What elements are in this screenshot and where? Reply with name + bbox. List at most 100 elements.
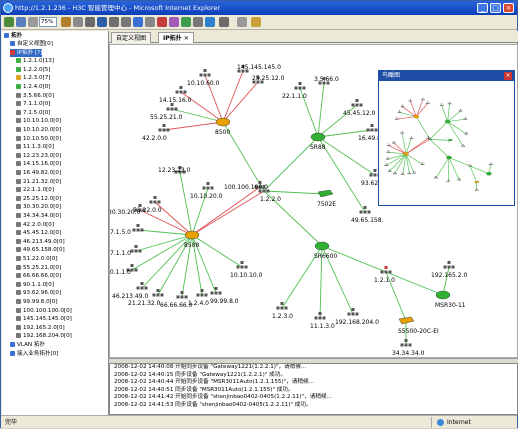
- subnet-node[interactable]: [463, 117, 468, 120]
- birdseye-map[interactable]: [379, 81, 514, 205]
- zoom-out-icon[interactable]: [61, 17, 71, 27]
- save-icon[interactable]: [181, 17, 191, 27]
- tree-item[interactable]: 51.22.0.0[0]: [16, 255, 58, 263]
- subnet-node[interactable]: 145.145.145.0: [237, 64, 281, 73]
- tree-item[interactable]: 42.2.0.0[0]: [16, 221, 54, 229]
- subnet-node[interactable]: 12.23.23.0: [158, 166, 191, 174]
- tree-item[interactable]: 34.34.34.0[0]: [16, 212, 61, 220]
- zoom-in-icon[interactable]: [73, 17, 83, 27]
- tree-item[interactable]: 30.30.20.0[0]: [16, 203, 61, 211]
- tree-item[interactable]: 192.165.2.0[0]: [16, 324, 65, 332]
- birdseye-panel[interactable]: 鸟瞰图 ×: [378, 70, 515, 206]
- subnet-node[interactable]: 49.65.158.: [351, 206, 384, 224]
- switch-device[interactable]: [474, 180, 480, 184]
- subnet-node[interactable]: 192.165.2.0: [431, 261, 467, 279]
- settings-icon[interactable]: [237, 17, 247, 27]
- subnet-node[interactable]: 1.2.4.0: [188, 289, 209, 307]
- help-icon[interactable]: [251, 17, 261, 27]
- subnet-node[interactable]: 14.15.16.0: [159, 86, 192, 104]
- subnet-node[interactable]: [385, 157, 390, 160]
- tree-item[interactable]: 16.49.82.0[0]: [16, 169, 61, 177]
- router-device[interactable]: [486, 171, 492, 176]
- tree-item[interactable]: 1.2.2.0[5]: [16, 66, 51, 74]
- subnet-node[interactable]: [447, 101, 452, 105]
- tree-item[interactable]: 66.66.66.0[0]: [16, 272, 61, 280]
- tree-item[interactable]: 25.25.12.0[0]: [16, 195, 61, 203]
- subnet-node[interactable]: [395, 117, 399, 120]
- tree-item[interactable]: 1.2.3.0[7]: [16, 74, 51, 82]
- export-icon[interactable]: [205, 17, 215, 27]
- tree-item[interactable]: IP拓扑 [?]: [10, 48, 43, 57]
- subnet-node[interactable]: [392, 141, 396, 144]
- tree-item[interactable]: 7.1.5.0[0]: [16, 109, 51, 117]
- tree-item[interactable]: 10.10.50.0[0]: [16, 135, 61, 143]
- subnet-node[interactable]: 3.5.66.0: [314, 76, 339, 85]
- router-device[interactable]: 8500: [215, 117, 230, 136]
- more-tools-icon[interactable]: [219, 17, 229, 27]
- properties-icon[interactable]: [169, 17, 179, 27]
- subnet-node[interactable]: [439, 103, 444, 106]
- subnet-node[interactable]: 46.213.49.0: [112, 282, 148, 300]
- subnet-node[interactable]: 34.34.34.0: [392, 339, 425, 357]
- subnet-node[interactable]: [400, 131, 404, 134]
- subnet-node[interactable]: [386, 150, 391, 153]
- router-device[interactable]: [446, 155, 452, 160]
- layout-icon[interactable]: [133, 17, 143, 27]
- subnet-node[interactable]: [426, 101, 430, 104]
- copy-icon[interactable]: [193, 17, 203, 27]
- tree-item[interactable]: 100.100.100.0[0]: [16, 307, 72, 315]
- subnet-node[interactable]: 7.1.5.0: [110, 224, 144, 236]
- tab-ip-topology[interactable]: IP拓扑 ✕: [158, 32, 194, 43]
- tree-item[interactable]: 21.21.32.0[0]: [16, 178, 61, 186]
- tree-item[interactable]: 3.5.66.0[0]: [16, 92, 54, 100]
- subnet-node[interactable]: [489, 162, 493, 165]
- router-device[interactable]: MSR30-11: [435, 290, 466, 309]
- fit-icon[interactable]: [85, 17, 95, 27]
- tree-item[interactable]: 90.1.1.0[0]: [16, 281, 54, 289]
- switch-device[interactable]: [447, 138, 453, 142]
- hand-icon[interactable]: [109, 17, 119, 27]
- subnet-node[interactable]: [400, 104, 405, 108]
- stop-icon[interactable]: [157, 17, 167, 27]
- tree-item[interactable]: 1.2.1.0[13]: [16, 57, 54, 65]
- subnet-node[interactable]: 22.1.1.0: [282, 82, 307, 100]
- tree-item[interactable]: 10.10.20.0[0]: [16, 126, 61, 134]
- tree-item[interactable]: 99.99.8.0[0]: [16, 298, 58, 306]
- router-device[interactable]: 8508: [184, 230, 199, 249]
- tree-item[interactable]: 1.2.4.0[0]: [16, 83, 51, 91]
- subnet-node[interactable]: 7.1.1.0: [110, 245, 142, 257]
- router-device[interactable]: [444, 119, 451, 124]
- router-device[interactable]: [403, 152, 409, 156]
- tree-item[interactable]: 46.213.49.0[0]: [16, 238, 65, 246]
- tree-item[interactable]: 7.1.1.0[0]: [16, 100, 51, 108]
- refresh-icon[interactable]: [97, 17, 107, 27]
- tree-item[interactable]: 145.145.145.0[0]: [16, 315, 72, 323]
- grid-icon[interactable]: [145, 17, 155, 27]
- tree-item[interactable]: 22.1.1.0[0]: [16, 186, 54, 194]
- subnet-node[interactable]: 55.25.21.0: [150, 103, 183, 121]
- maximize-button[interactable]: □: [490, 3, 501, 13]
- tree-item[interactable]: 192.168.204.0[0]: [16, 332, 72, 340]
- subnet-node[interactable]: 10.10.10.0: [230, 261, 263, 279]
- zoom-icon[interactable]: [28, 17, 38, 27]
- subnet-node[interactable]: 30.30.20.0: [110, 204, 146, 216]
- subnet-node[interactable]: [409, 136, 414, 139]
- tree-item[interactable]: 自定义视图[0]: [10, 40, 53, 48]
- tree-item[interactable]: 接入业务拓扑[0]: [10, 350, 59, 358]
- subnet-node[interactable]: [421, 97, 425, 101]
- subnet-node[interactable]: [387, 143, 391, 147]
- tree-item[interactable]: VLAN 拓扑: [10, 341, 45, 349]
- tree-item[interactable]: 11.1.3.0[0]: [16, 143, 54, 151]
- subnet-node[interactable]: 11.1.3.0: [310, 312, 335, 330]
- subnet-node[interactable]: 42.2.0.0: [142, 124, 170, 142]
- tree-item[interactable]: 14.15.16.0[0]: [16, 160, 61, 168]
- select-icon[interactable]: [121, 17, 131, 27]
- back-icon[interactable]: [4, 17, 14, 27]
- switch-device[interactable]: S5500-20C-EI: [398, 316, 439, 335]
- birdseye-close-button[interactable]: ×: [504, 72, 512, 80]
- tree-item[interactable]: 49.65.158.0[0]: [16, 246, 65, 254]
- subnet-node[interactable]: 10.10.20.0: [190, 182, 223, 200]
- tree-item[interactable]: 93.62.96.0[0]: [16, 289, 61, 297]
- subnet-node[interactable]: [397, 110, 402, 113]
- tab-custom-view[interactable]: 自定义视图: [111, 32, 152, 43]
